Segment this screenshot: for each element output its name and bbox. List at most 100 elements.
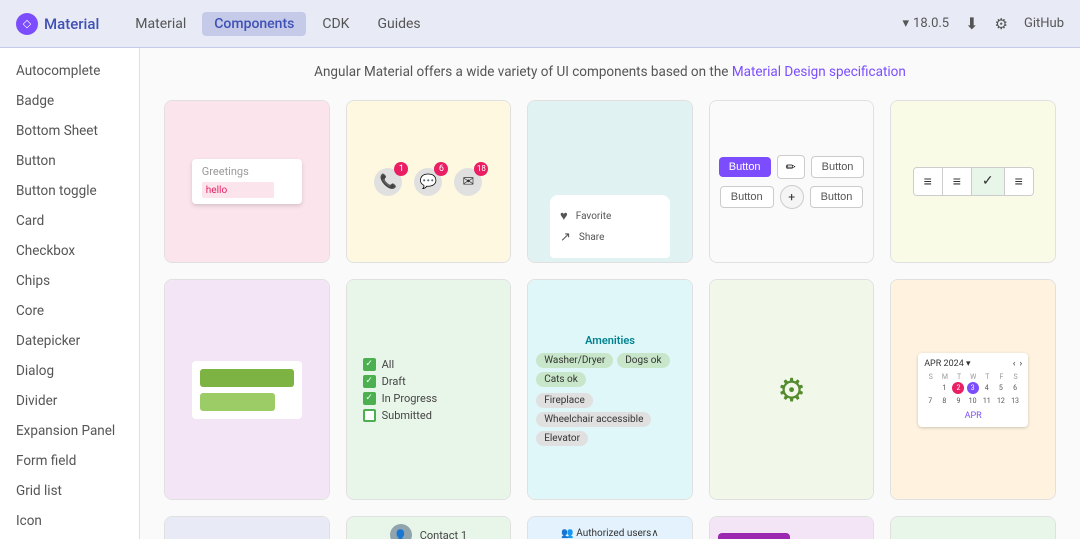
badge-chat-icon: 💬 6 xyxy=(414,168,442,196)
dp-month-label: APR 2024 ▾ xyxy=(924,359,970,369)
app-logo[interactable]: Material xyxy=(16,13,99,35)
card-grid-list[interactable]: 🔒 Password ●●●●●●● Grid list A 2D grid l… xyxy=(709,516,875,539)
page-description: Angular Material offers a wide variety o… xyxy=(164,64,1056,80)
card-core[interactable]: ⚙ Core Reusable parts used by other comp… xyxy=(709,279,875,499)
sidebar-item-form-field[interactable]: Form field xyxy=(0,446,139,476)
sidebar-item-icon[interactable]: Icon xyxy=(0,506,139,536)
preview-bottomsheet: ♥ Favorite ↗ Share xyxy=(528,101,692,262)
card-info-autocomplete: Autocomplete Suggests relevant options a… xyxy=(165,262,329,263)
preview-btn-outlined2: Button xyxy=(720,186,774,208)
download-icon[interactable]: ⬇ xyxy=(965,14,978,33)
toggle-align-center: ≡ xyxy=(943,168,972,195)
down-arrow-icon: ▾ xyxy=(903,16,910,31)
sidebar-item-card[interactable]: Card xyxy=(0,206,139,236)
card-icon[interactable]: 💬 • 🔋 Icon SVG icon components from Mate… xyxy=(890,516,1056,539)
preview-checkbox: ✓All ✓Draft ✓In Progress Submitted xyxy=(347,280,511,498)
card-button[interactable]: Button ✏ Button Button + Button Button A… xyxy=(709,100,875,263)
nav-right: ▾ 18.0.5 ⬇ ⚙ GitHub xyxy=(903,14,1065,33)
version-selector[interactable]: ▾ 18.0.5 xyxy=(903,16,950,31)
card-badge[interactable]: 📞 1 💬 6 ✉ 18 Badge A small value indicat… xyxy=(346,100,512,263)
gear-icon: ⚙ xyxy=(777,371,806,409)
sidebar-item-core[interactable]: Core xyxy=(0,296,139,326)
tab-components[interactable]: Components xyxy=(202,12,306,36)
card-info-button: Button An interactive button with a rang… xyxy=(710,262,874,263)
card-bottom-sheet[interactable]: ♥ Favorite ↗ Share Bottom Sheet A large … xyxy=(527,100,693,263)
contact1-label: Contact 1 xyxy=(420,529,467,539)
sidebar-item-dialog[interactable]: Dialog xyxy=(0,356,139,386)
card-info-badge: Badge A small value indicator that can b… xyxy=(347,262,511,263)
amenities-title: Amenities xyxy=(585,334,635,347)
github-icon[interactable]: ⚙ xyxy=(995,15,1008,33)
card-dialog[interactable]: Discard draft? Cancel Discard Dialog A m… xyxy=(164,516,330,539)
cb-submitted: Submitted xyxy=(382,409,432,422)
dp-next[interactable]: › xyxy=(1019,359,1022,369)
grid-cell-1: 🔒 Password xyxy=(718,533,790,539)
card-list[interactable]: 👤 Contact 1 👤 Contact 2 👤 Contact 3 List… xyxy=(346,516,512,539)
preview-chips: Amenities Washer/Dryer Dogs ok Cats ok F… xyxy=(528,280,692,498)
logo-text: Material xyxy=(44,15,99,33)
card-card[interactable]: Card A styled container for pieces of it… xyxy=(164,279,330,499)
avatar-1: 👤 xyxy=(390,524,412,539)
sidebar-item-button-toggle[interactable]: Button toggle xyxy=(0,176,139,206)
preview-grid-list: 🔒 Password ●●●●●●● xyxy=(710,517,874,539)
preview-btn-filled: Button xyxy=(719,157,771,177)
main-content: Angular Material offers a wide variety o… xyxy=(140,48,1080,539)
preview-btn-edit: ✏ xyxy=(777,155,805,179)
sidebar-item-grid-list[interactable]: Grid list xyxy=(0,476,139,506)
card-checkbox[interactable]: ✓All ✓Draft ✓In Progress Submitted Check… xyxy=(346,279,512,499)
dp-apr-label: APR xyxy=(924,411,1022,421)
preview-datepicker: APR 2024 ▾ ‹ › SMTWTFS 123456 7891011121… xyxy=(891,280,1055,498)
sidebar-item-badge[interactable]: Badge xyxy=(0,86,139,116)
card-button-toggle[interactable]: ≡ ≡ ✓ ≡ Button toggle A groupable on/off… xyxy=(890,100,1056,263)
toggle-align-right: ≡ xyxy=(1005,168,1033,195)
sidebar: Autocomplete Badge Bottom Sheet Button B… xyxy=(0,48,140,539)
card-autocomplete[interactable]: Greetings hello Autocomplete Suggests re… xyxy=(164,100,330,263)
card-chips[interactable]: Amenities Washer/Dryer Dogs ok Cats ok F… xyxy=(527,279,693,499)
toggle-align-left: ≡ xyxy=(914,168,943,195)
chip-wheelchair: Wheelchair accessible xyxy=(536,412,651,427)
material-design-link[interactable]: Material Design specification xyxy=(732,64,906,80)
card-info-bottomsheet: Bottom Sheet A large interactive panel p… xyxy=(528,262,692,263)
preview-dialog: Discard draft? Cancel Discard xyxy=(165,517,329,539)
top-nav: Material Material Components CDK Guides … xyxy=(0,0,1080,48)
cb-draft: Draft xyxy=(382,375,406,388)
nav-tabs: Material Components CDK Guides xyxy=(123,12,432,36)
card-info-chips: Chips Presents a list of items as a set … xyxy=(528,499,692,500)
components-grid: Greetings hello Autocomplete Suggests re… xyxy=(164,100,1056,539)
chip-cats: Cats ok xyxy=(536,372,586,387)
ac-greeting-text: Greetings xyxy=(202,165,292,178)
preview-icon: 💬 • 🔋 xyxy=(891,517,1055,539)
badge-mail-icon: ✉ 18 xyxy=(454,168,482,196)
chip-washer: Washer/Dryer xyxy=(536,353,613,368)
preview-badge: 📞 1 💬 6 ✉ 18 xyxy=(347,101,511,262)
sidebar-item-divider[interactable]: Divider xyxy=(0,386,139,416)
tab-material[interactable]: Material xyxy=(123,12,198,36)
card-info-core: Core Reusable parts used by other compon… xyxy=(710,499,874,500)
preview-btn-outlined: Button xyxy=(811,156,865,178)
form-authorized-row: 👥 Authorized users∧ xyxy=(561,528,658,539)
badge-count-3: 18 xyxy=(474,162,488,176)
tab-guides[interactable]: Guides xyxy=(365,12,432,36)
preview-form-field: 👥 Authorized users∧ + Add user ⚙ Network… xyxy=(528,517,692,539)
sidebar-item-bottom-sheet[interactable]: Bottom Sheet xyxy=(0,116,139,146)
sidebar-item-button[interactable]: Button xyxy=(0,146,139,176)
preview-card xyxy=(165,280,329,498)
sidebar-item-datepicker[interactable]: Datepicker xyxy=(0,326,139,356)
card-form-field[interactable]: 👥 Authorized users∧ + Add user ⚙ Network… xyxy=(527,516,693,539)
sidebar-item-expansion-panel[interactable]: Expansion Panel xyxy=(0,416,139,446)
sidebar-item-chips[interactable]: Chips xyxy=(0,266,139,296)
sidebar-item-autocomplete[interactable]: Autocomplete xyxy=(0,56,139,86)
version-label: 18.0.5 xyxy=(913,16,949,31)
chip-elevator: Elevator xyxy=(536,431,588,446)
preview-btn-outlined3: Button xyxy=(810,186,864,208)
card-info-checkbox: Checkbox Captures boolean input with an … xyxy=(347,499,511,500)
github-label[interactable]: GitHub xyxy=(1024,16,1064,31)
ac-input-value: hello xyxy=(206,185,227,196)
card-datepicker[interactable]: APR 2024 ▾ ‹ › SMTWTFS 123456 7891011121… xyxy=(890,279,1056,499)
tab-cdk[interactable]: CDK xyxy=(310,12,361,36)
sidebar-item-checkbox[interactable]: Checkbox xyxy=(0,236,139,266)
preview-list: 👤 Contact 1 👤 Contact 2 👤 Contact 3 xyxy=(347,517,511,539)
chip-dogs: Dogs ok xyxy=(617,353,669,368)
dp-prev[interactable]: ‹ xyxy=(1013,359,1016,369)
preview-autocomplete: Greetings hello xyxy=(165,101,329,262)
